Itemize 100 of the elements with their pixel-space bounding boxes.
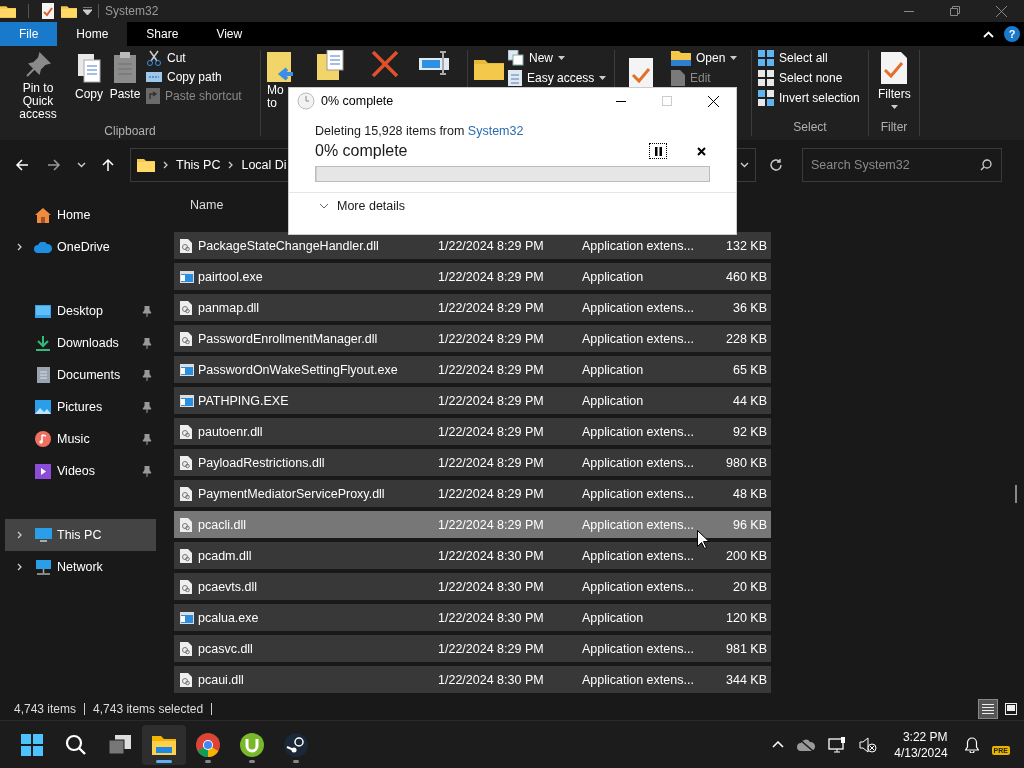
type-cell-text: Application — [582, 269, 645, 284]
ribbon-button[interactable]: Copy path — [146, 70, 242, 84]
type-cell-text: Application — [582, 362, 645, 377]
type-cell-text: Application extens... — [582, 548, 695, 563]
date-cell-text: 1/22/2024 8:29 PM — [438, 517, 545, 532]
ribbon-button[interactable]: Copy — [74, 50, 104, 124]
search-field[interactable]: Search System32 — [802, 148, 1002, 182]
file-row[interactable]: PATHPING.EXE 1/22/2024 8:29 PM Application 44 KB — [174, 387, 771, 414]
group-label: Filter — [880, 120, 908, 136]
sidebar-item[interactable]: Videos — [5, 455, 156, 487]
file-row[interactable]: pcalua.exe 1/22/2024 8:30 PM Application 120 KB — [174, 604, 771, 631]
file-row[interactable]: panmap.dll 1/22/2024 8:29 PM Application extens... 36 KB — [174, 294, 771, 321]
file-row[interactable]: pcasvc.dll 1/22/2024 8:29 PM Application extens... 981 KB — [174, 635, 771, 662]
status-text: 4,743 items selected — [93, 702, 204, 716]
ribbon-button[interactable]: Filters — [875, 50, 914, 120]
move-to-button[interactable]: Mo to — [267, 84, 295, 111]
date-cell-text: 1/22/2024 8:29 PM — [438, 269, 545, 284]
group-label: Clipboard — [104, 123, 156, 138]
size-cell-text: 36 KB — [731, 300, 767, 315]
file-name: pcaui.dll — [198, 672, 245, 687]
sidebar-item[interactable]: Pictures — [5, 391, 156, 423]
size-cell-text: 120 KB — [725, 610, 767, 625]
group-label: Select — [793, 120, 827, 136]
file-row[interactable]: pautoenr.dll 1/22/2024 8:29 PM Application extens... 92 KB — [174, 418, 771, 445]
sidebar-item[interactable]: Desktop — [5, 295, 156, 327]
size-cell-text: 20 KB — [731, 579, 767, 594]
sidebar-item[interactable]: OneDrive — [5, 231, 156, 263]
file-row[interactable]: pairtool.exe 1/22/2024 8:29 PM Application 460 KB — [174, 263, 771, 290]
file-name: pcaevts.dll — [198, 579, 259, 594]
date-cell-text: 1/22/2024 8:29 PM — [438, 331, 545, 346]
date-cell-text: 1/22/2024 8:29 PM — [438, 238, 545, 253]
file-name: pcacli.dll — [198, 517, 247, 532]
file-name: pairtool.exe — [198, 269, 264, 284]
ribbon-tab[interactable]: Home — [57, 22, 128, 46]
type-cell-text: Application extens... — [582, 672, 695, 687]
file-name: pautoenr.dll — [198, 424, 264, 439]
breadcrumb[interactable]: Local Di — [241, 158, 287, 172]
date-cell-text: 1/22/2024 8:30 PM — [438, 672, 545, 687]
column-header[interactable]: Name — [190, 198, 224, 212]
file-row[interactable]: PayloadRestrictions.dll 1/22/2024 8:29 PM Application extens... 980 KB — [174, 449, 771, 476]
sidebar-item[interactable]: Music — [5, 423, 156, 455]
file-name: PasswordOnWakeSettingFlyout.exe — [198, 362, 399, 377]
sidebar-item[interactable]: Network — [5, 551, 156, 583]
source-folder-link[interactable]: System32 — [467, 124, 524, 138]
date-cell-text: 1/22/2024 8:29 PM — [438, 455, 545, 470]
size-cell-text: 980 KB — [725, 455, 767, 470]
ribbon-tab[interactable]: Share — [127, 22, 198, 46]
size-cell-text: 981 KB — [725, 641, 767, 656]
size-cell-text: 65 KB — [731, 362, 767, 377]
status-message: Deleting 15,928 items from System32 — [315, 124, 525, 138]
type-cell-text: Application extens... — [582, 424, 695, 439]
file-row[interactable]: pcaevts.dll 1/22/2024 8:30 PM Application extens... 20 KB — [174, 573, 771, 600]
file-row[interactable]: PasswordEnrollmentManager.dll 1/22/2024 8:29 PM Application extens... 228 KB — [174, 325, 771, 352]
file-name: PasswordEnrollmentManager.dll — [198, 331, 379, 346]
window-title: System32 — [105, 4, 159, 18]
file-name: PackageStateChangeHandler.dll — [198, 238, 380, 253]
clock[interactable]: 3:22 PM 4/13/2024 — [894, 729, 948, 760]
type-cell-text: Application extens... — [582, 579, 695, 594]
ribbon-button[interactable]: New — [508, 50, 607, 66]
sidebar-item[interactable]: Home — [5, 199, 156, 231]
type-cell-text: Application extens... — [582, 331, 695, 346]
type-cell-text: Application extens... — [582, 238, 695, 253]
ribbon-button[interactable]: Select all — [758, 50, 860, 66]
size-cell-text: 48 KB — [731, 486, 767, 501]
more-details-button[interactable]: More details — [289, 193, 406, 213]
date-cell-text: 1/22/2024 8:29 PM — [438, 424, 545, 439]
ribbon-button[interactable]: Cut — [146, 50, 242, 66]
date-cell-text: 1/22/2024 8:29 PM — [438, 362, 545, 377]
ribbon-button[interactable]: Pin to Quick access — [6, 50, 70, 124]
file-row[interactable]: pcadm.dll 1/22/2024 8:30 PM Application extens... 200 KB — [174, 542, 771, 569]
ribbon-tab[interactable]: View — [197, 22, 262, 46]
date-cell-text: 1/22/2024 8:29 PM — [438, 300, 545, 315]
type-cell-text: Application — [582, 393, 645, 408]
help-button[interactable]: ? — [1004, 26, 1020, 42]
file-row[interactable]: pcaui.dll 1/22/2024 8:30 PM Application extens... 344 KB — [174, 666, 771, 693]
ribbon-button[interactable]: Invert selection — [758, 90, 860, 106]
file-row[interactable]: PasswordOnWakeSettingFlyout.exe 1/22/2024 8:29 PM Application 65 KB — [174, 356, 771, 383]
file-name: panmap.dll — [198, 300, 261, 315]
sidebar-item[interactable]: Downloads — [5, 327, 156, 359]
file-row[interactable]: PaymentMediatorServiceProxy.dll 1/22/2024 8:29 PM Application extens... 48 KB — [174, 480, 771, 507]
ribbon-button[interactable]: Paste — [108, 50, 142, 124]
type-cell-text: Application extens... — [582, 517, 695, 532]
ribbon-button[interactable]: Select none — [758, 70, 860, 86]
size-cell-text: 228 KB — [725, 331, 767, 346]
file-name: pcadm.dll — [198, 548, 253, 563]
file-row[interactable]: pcacli.dll 1/22/2024 8:29 PM Application extens... 96 KB — [174, 511, 771, 538]
file-name: PATHPING.EXE — [198, 393, 290, 408]
size-cell-text: 344 KB — [725, 672, 767, 687]
type-cell-text: Application extens... — [582, 641, 695, 656]
sidebar-item[interactable]: Documents — [5, 359, 156, 391]
breadcrumb[interactable]: This PC — [176, 158, 221, 172]
ribbon-button[interactable]: Open — [671, 50, 738, 66]
sidebar-item[interactable]: This PC — [5, 519, 156, 551]
status-text: 4,743 items — [14, 702, 77, 716]
date-cell-text: 1/22/2024 8:30 PM — [438, 548, 545, 563]
type-cell-text: Application — [582, 610, 645, 625]
ribbon-tab[interactable]: File — [0, 22, 58, 46]
size-cell-text: 92 KB — [731, 424, 767, 439]
ribbon-button[interactable]: Easy access — [508, 70, 607, 86]
file-name: pcalua.exe — [198, 610, 260, 625]
